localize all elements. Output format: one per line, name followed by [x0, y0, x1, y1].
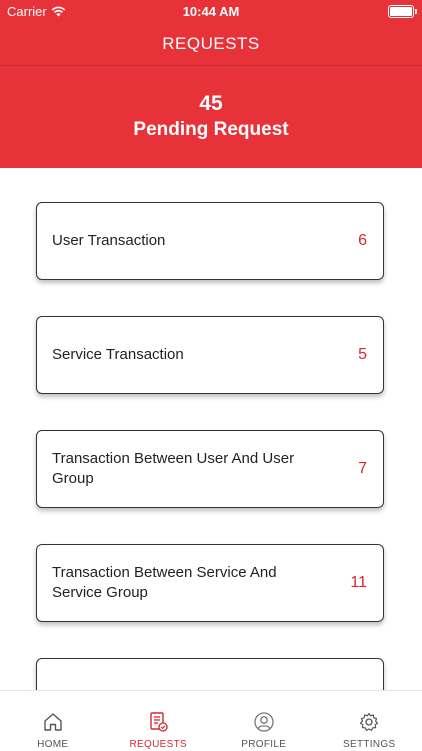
clock: 10:44 AM [0, 4, 422, 19]
request-label: Service Transaction [52, 345, 184, 365]
header-banner: Carrier 10:44 AM REQUESTS 45 Pending Req… [0, 0, 422, 168]
gear-icon [358, 711, 380, 733]
profile-icon [253, 711, 275, 733]
tab-requests[interactable]: REQUESTS [106, 691, 212, 751]
request-label: User Transaction [52, 231, 165, 251]
request-count: 7 [358, 460, 367, 478]
request-count: 5 [358, 346, 367, 364]
tab-label: PROFILE [241, 739, 286, 750]
request-card-user-group-transaction[interactable]: Transaction Between User And User Group … [36, 430, 384, 508]
tab-home[interactable]: HOME [0, 691, 106, 751]
request-label: Transaction Between Service And Service … [52, 563, 302, 603]
tab-settings[interactable]: SETTINGS [317, 691, 422, 751]
request-list[interactable]: User Transaction 6 Service Transaction 5… [0, 168, 422, 690]
status-bar: Carrier 10:44 AM [0, 0, 422, 24]
tab-bar: HOME REQUESTS PROFILE SETTINGS [0, 690, 422, 751]
tab-profile[interactable]: PROFILE [211, 691, 317, 751]
battery-icon [388, 5, 414, 18]
request-card-service-transaction[interactable]: Service Transaction 5 [36, 316, 384, 394]
tab-label: REQUESTS [130, 739, 187, 750]
request-count: 11 [350, 574, 367, 592]
home-icon [42, 711, 64, 733]
page-title: REQUESTS [0, 34, 422, 54]
request-card-user-transaction[interactable]: User Transaction 6 [36, 202, 384, 280]
pending-count: 45 [0, 92, 422, 116]
nav-divider [0, 65, 422, 66]
tab-label: HOME [37, 739, 68, 750]
pending-label: Pending Request [0, 119, 422, 141]
request-count: 6 [358, 232, 367, 250]
request-label: Transaction Between User And User Group [52, 449, 302, 489]
tab-label: SETTINGS [343, 739, 395, 750]
request-card-partial[interactable] [36, 658, 384, 690]
request-card-service-group-transaction[interactable]: Transaction Between Service And Service … [36, 544, 384, 622]
requests-icon [147, 711, 169, 733]
